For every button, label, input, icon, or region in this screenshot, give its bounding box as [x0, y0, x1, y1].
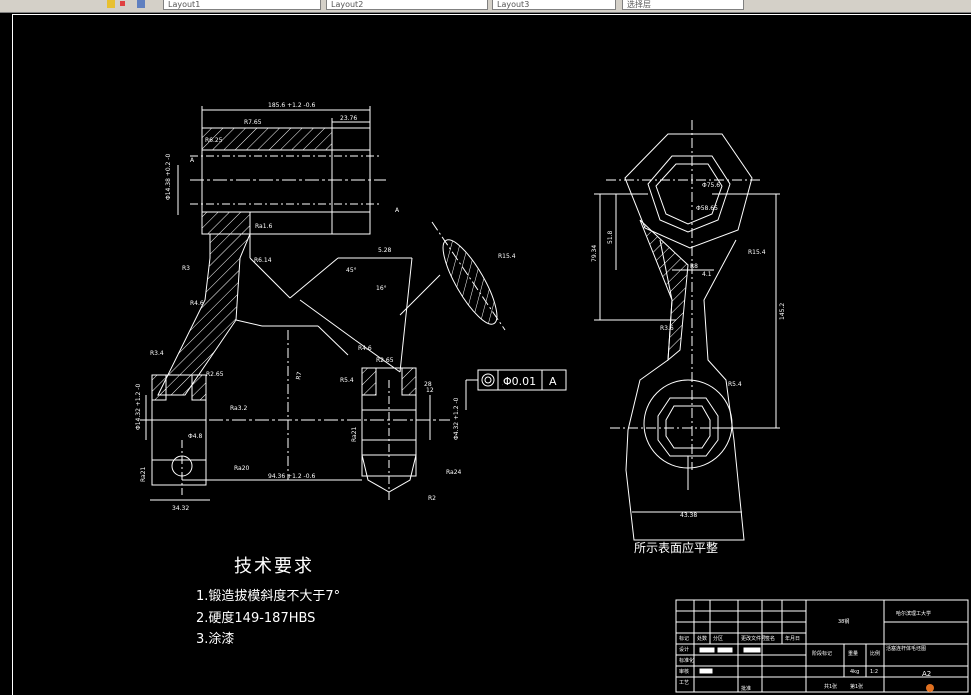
requirement-item: 1.锻造拔模斜度不大于7° [196, 589, 341, 604]
dim-text: Ra21 [351, 426, 358, 442]
title-row-label: 处数 [697, 635, 707, 642]
dim-text: 94.36 +1.2 -0.6 [268, 473, 315, 480]
dim-text: R7.65 [244, 119, 262, 126]
surface-note: 所示表面应平整 [634, 540, 718, 555]
hatch-stem [157, 233, 251, 396]
dim-text: 28 [424, 381, 432, 388]
dim-text: Φ4.32 +1.2 -0 [453, 397, 460, 440]
dim-text: R5.4 [728, 381, 742, 388]
dim-text: R2.65 [376, 357, 394, 364]
dim-text: R3.4 [150, 350, 164, 357]
title-row-label: 更改文件号 [741, 635, 766, 642]
title-part-name: 活塞连杆体毛坯图 [886, 645, 926, 652]
dim-text: A [190, 157, 195, 164]
dim-text: 45° [346, 267, 357, 274]
title-stage-label: 比例 [870, 650, 880, 657]
title-row-label: 年月日 [785, 635, 800, 642]
dim-text: R6.14 [254, 257, 272, 264]
dim-text: 23.76 [340, 115, 357, 122]
title-sheet: A2 [922, 670, 931, 678]
dim-text: R8 [690, 263, 698, 270]
dim-text: 145.2 [779, 303, 786, 320]
requirements-title: 技术要求 [234, 556, 314, 577]
dim-text: 16° [376, 285, 387, 292]
title-row-label: 工艺 [679, 680, 689, 686]
dim-text: Ra20 [234, 465, 250, 472]
tolerance-datum: A [549, 375, 557, 388]
dim-text: R6.25 [205, 137, 223, 144]
dim-text: R2 [428, 495, 436, 502]
dim-text: R3.6 [660, 325, 674, 332]
dim-text: R4.6 [358, 345, 372, 352]
dim-text: R2.65 [206, 371, 224, 378]
tolerance-value: Φ0.01 [503, 375, 536, 388]
dim-text: R3 [182, 265, 190, 272]
dim-text: R15.4 [748, 249, 766, 256]
title-row-label: 分区 [713, 635, 723, 642]
hatch-mid [201, 211, 251, 235]
title-weight: 4kg [850, 669, 859, 675]
dim-text: 185.6 +1.2 -0.6 [268, 102, 315, 109]
title-scale: 1:2 [870, 669, 878, 675]
title-stage-label: 重量 [848, 650, 858, 657]
dim-text: Ra24 [446, 469, 462, 476]
title-row-label: 设计 [679, 646, 689, 653]
dim-text: R4.6 [190, 300, 204, 307]
dim-text: A [395, 207, 400, 214]
dim-text: R5.4 [340, 377, 354, 384]
dim-text: R15.4 [498, 253, 516, 260]
dim-text: Φ14.32 +1.2 -0 [135, 384, 142, 430]
dim-text: Φ75.6 [702, 182, 720, 189]
dim-text: Φ4.8 [188, 433, 202, 440]
requirement-item: 3.涂漆 [196, 632, 235, 647]
title-row-label: 批准 [741, 685, 751, 692]
dim-text: 79.34 [591, 245, 598, 262]
title-material: 38钢 [838, 618, 849, 625]
title-footer: 第1张 [850, 683, 863, 690]
dim-text: 5.28 [378, 247, 392, 254]
big-end-outline [643, 379, 733, 469]
title-row-label: 标记 [679, 635, 689, 642]
dim-text: Φ58.65 [696, 205, 718, 212]
dim-text: Ra1.6 [255, 223, 272, 230]
dim-text: 34.32 [172, 505, 189, 512]
dim-text: 12 [426, 387, 434, 394]
title-row-label: 签名 [765, 635, 775, 642]
right-view [594, 120, 780, 541]
dim-text: 4.1 [702, 271, 712, 278]
requirement-item: 2.硬度149-187HBS [196, 611, 316, 626]
title-row-label: 标准化 [679, 657, 694, 664]
dim-text: 43.38 [680, 512, 697, 519]
dim-text: R7 [295, 371, 303, 380]
title-stage-label: 阶段标记 [812, 650, 832, 657]
title-school: 哈尔滨理工大学 [896, 610, 931, 617]
dim-text: Ra3.2 [230, 405, 247, 412]
dim-text: 51.8 [607, 230, 614, 244]
dim-text: Ra21 [140, 466, 147, 482]
cursor-marker [926, 684, 934, 692]
dim-text: Φ14.38 +0.2 -0 [165, 154, 172, 200]
cad-drawing: 185.6 +1.2 -0.6 R7.65 23.76 R6.25 Φ14.38… [135, 102, 969, 693]
title-footer: 共1张 [824, 683, 837, 690]
title-row-label: 审核 [679, 668, 689, 675]
